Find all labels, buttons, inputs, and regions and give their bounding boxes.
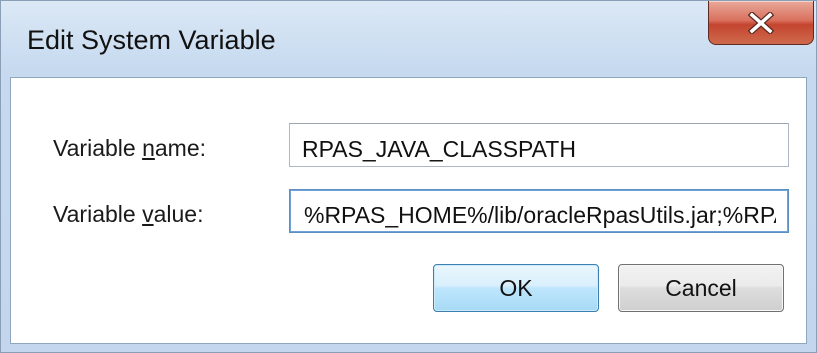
dialog-body: Variable name: Variable value: OK Cancel (10, 77, 807, 344)
dialog-title: Edit System Variable (27, 25, 276, 55)
title-bar[interactable]: Edit System Variable (1, 1, 816, 76)
variable-value-field[interactable] (289, 189, 789, 233)
close-button[interactable] (708, 1, 814, 45)
edit-system-variable-dialog: Edit System Variable Variable name: Vari… (0, 0, 817, 353)
cancel-button[interactable]: Cancel (618, 264, 784, 312)
ok-button[interactable]: OK (433, 264, 599, 312)
variable-name-label: Variable name: (53, 135, 207, 161)
variable-name-field[interactable] (289, 123, 789, 167)
close-x-icon (748, 11, 774, 34)
variable-value-label: Variable value: (53, 201, 204, 227)
